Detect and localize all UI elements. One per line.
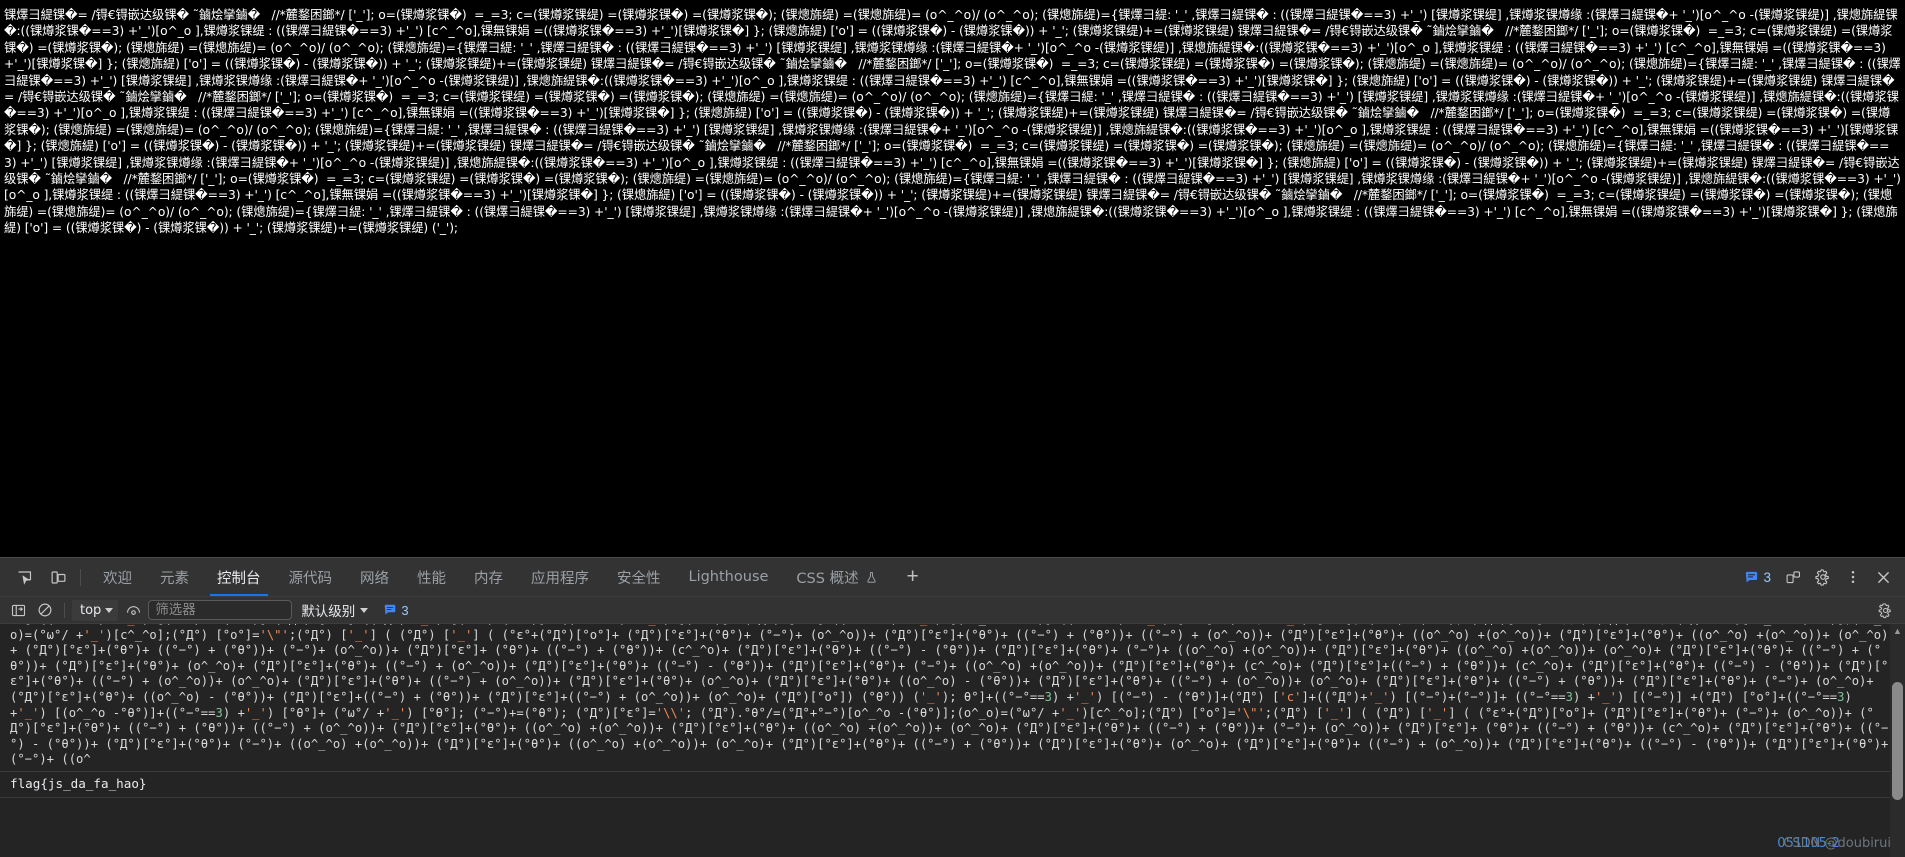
devtools-tool-icons (0, 558, 76, 596)
devices-icon[interactable] (1779, 563, 1807, 591)
chevron-down-icon (360, 607, 369, 613)
tab-label: 元素 (160, 570, 189, 587)
message-count-badge[interactable]: 3 (1738, 570, 1777, 585)
tab-network[interactable]: 网络 (346, 558, 403, 596)
device-toolbar-icon[interactable] (44, 563, 72, 591)
console-message-aaencode[interactable]: θ°]+((°−°==3) +'_') [(°−°) - (°θ°)]+(°Д°… (0, 624, 1905, 772)
tab-label: 安全性 (617, 570, 661, 587)
tab-label: 源代码 (288, 570, 333, 587)
experiment-flask-icon (865, 571, 878, 584)
tab-label: Lighthouse (688, 569, 769, 585)
close-icon[interactable] (1869, 563, 1897, 591)
console-output[interactable]: θ°]+((°−°==3) +'_') [(°−°) - (°θ°)]+(°Д°… (0, 624, 1905, 857)
tab-label: 性能 (417, 570, 446, 587)
tab-security[interactable]: 安全性 (603, 558, 675, 596)
toolbar-separator (64, 602, 65, 618)
tab-label: 应用程序 (531, 570, 589, 587)
console-scroll-area[interactable]: θ°]+((°−°==3) +'_') [(°−°) - (°θ°)]+(°Д°… (0, 624, 1905, 857)
console-filter-input[interactable] (148, 600, 293, 620)
tab-label: 控制台 (217, 570, 261, 587)
console-message-flag: flag{js_da_fa_hao} (0, 772, 1905, 798)
message-count: 3 (1763, 569, 1771, 585)
aaencode-source: θ°]+((°−°==3) +'_') [(°−°) - (°θ°)]+(°Д°… (10, 624, 1889, 767)
devtools-tabbar: 欢迎 元素 控制台 源代码 网络 性能 内存 应用程序 安全性 Lighthou… (0, 558, 1905, 597)
page-obfuscated-code: 锞燡彐緹锞�= /锝€锝嵌达级锞� ˜鏀烩攣鏀� //*麓鍪困鎯*/ ['_']… (4, 8, 1901, 236)
settings-gear-icon[interactable] (1809, 563, 1837, 591)
devtools-panel: 欢迎 元素 控制台 源代码 网络 性能 内存 应用程序 安全性 Lighthou… (0, 557, 1905, 857)
console-message-count: 3 (401, 602, 409, 618)
devtools-tabbar-actions: 3 (1738, 558, 1905, 596)
chat-bubble-icon (1746, 571, 1758, 582)
clear-console-icon[interactable] (33, 599, 57, 621)
more-options-icon[interactable] (1839, 563, 1867, 591)
screenshot-root: 锞燡彐緹锞�= /锝€锝嵌达级锞� ˜鏀烩攣鏀� //*麓鍪困鎯*/ ['_']… (0, 0, 1905, 857)
page-viewport: 锞燡彐緹锞�= /锝€锝嵌达级锞� ˜鏀烩攣鏀� //*麓鍪困鎯*/ ['_']… (0, 0, 1905, 557)
tab-application[interactable]: 应用程序 (517, 558, 603, 596)
execution-context-selector[interactable]: top (72, 599, 119, 621)
console-toolbar: top 默认级别 3 (0, 597, 1905, 624)
execution-context-value: top (80, 602, 102, 618)
scrollbar-thumb[interactable] (1892, 682, 1903, 800)
tab-console[interactable]: 控制台 (203, 558, 275, 596)
tab-sources[interactable]: 源代码 (275, 558, 347, 596)
chat-bubble-icon (385, 604, 396, 615)
tab-welcome[interactable]: 欢迎 (89, 558, 146, 596)
tab-performance[interactable]: 性能 (403, 558, 460, 596)
log-level-selector[interactable]: 默认级别 (295, 600, 374, 621)
tab-lighthouse[interactable]: Lighthouse (675, 558, 783, 596)
live-expression-icon[interactable] (121, 599, 145, 621)
scroll-up-arrow-icon[interactable]: ▲ (1893, 624, 1902, 636)
console-toolbar-right (1873, 599, 1901, 621)
tab-memory[interactable]: 内存 (460, 558, 517, 596)
devtools-tabs: 欢迎 元素 控制台 源代码 网络 性能 内存 应用程序 安全性 Lighthou… (89, 558, 892, 596)
tab-css-overview[interactable]: CSS 概述 (782, 558, 891, 596)
console-scrollbar[interactable]: ▲ (1890, 624, 1905, 857)
tab-label: 网络 (360, 570, 389, 587)
more-tools-add-button[interactable]: + (898, 558, 928, 596)
console-settings-gear-icon[interactable] (1873, 599, 1897, 621)
console-sidebar-toggle-icon[interactable] (6, 599, 30, 621)
tab-label: CSS 概述 (796, 570, 859, 587)
chevron-down-icon (105, 607, 114, 613)
console-message-count-badge[interactable]: 3 (377, 603, 414, 618)
tab-elements[interactable]: 元素 (146, 558, 203, 596)
tabbar-divider (80, 568, 81, 586)
inspect-element-icon[interactable] (10, 563, 38, 591)
tab-label: 内存 (474, 570, 503, 587)
tab-label: 欢迎 (103, 570, 132, 587)
log-level-value: 默认级别 (301, 604, 356, 620)
